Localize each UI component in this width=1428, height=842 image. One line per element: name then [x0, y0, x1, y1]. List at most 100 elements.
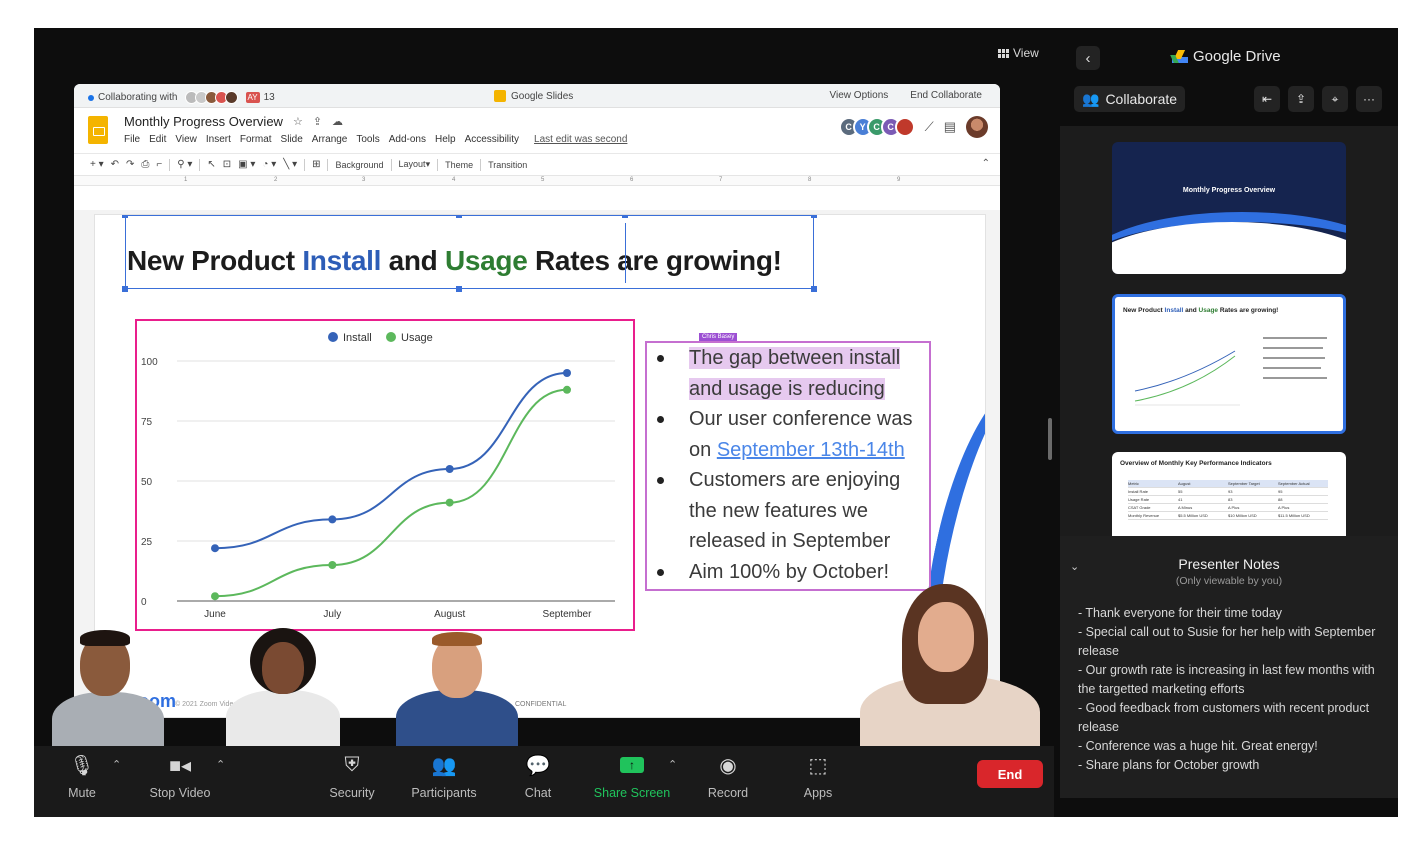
- security-button[interactable]: ⛨ Security: [312, 752, 392, 801]
- resize-handle[interactable]: [122, 286, 128, 292]
- last-edit-link[interactable]: Last edit was second: [534, 134, 627, 145]
- slide-thumbnail[interactable]: Monthly Progress Overview: [1112, 142, 1346, 274]
- pen-icon[interactable]: ⌖: [1322, 86, 1348, 112]
- slide-thumbnail-selected[interactable]: New Product Install and Usage Rates are …: [1112, 294, 1346, 434]
- participant-video[interactable]: [394, 630, 520, 746]
- menu-slide[interactable]: Slide: [281, 134, 303, 145]
- menu-insert[interactable]: Insert: [206, 134, 231, 145]
- slide-thumbnail[interactable]: Overview of Monthly Key Performance Indi…: [1112, 452, 1346, 536]
- table-cell: Usage Rate: [1128, 497, 1150, 502]
- resize-handle[interactable]: [122, 215, 128, 218]
- share-screen-button[interactable]: ↑ Share Screen: [592, 752, 672, 800]
- background-button[interactable]: Background: [335, 160, 383, 170]
- line-chart[interactable]: 0 25 50 75 100 June July August September Install…: [137, 321, 633, 629]
- participant-hair: [80, 630, 130, 646]
- comment-add-icon[interactable]: ⊞: [312, 159, 320, 170]
- y-tick-label: 100: [141, 357, 158, 368]
- upload-icon[interactable]: ⇪: [1288, 86, 1314, 112]
- resize-handle[interactable]: [811, 215, 817, 218]
- print-icon[interactable]: ⎙: [141, 159, 149, 170]
- editing-toolbar: + ▾ ↶ ↷ ⎙ ⌐ ⚲ ▾ ↖ ⊡ ▣ ▾ ◔ ▾ ╲ ▾ ⊞ Backgr…: [74, 154, 1000, 176]
- google-slides-logo-icon[interactable]: [88, 116, 108, 144]
- theme-button[interactable]: Theme: [445, 160, 473, 170]
- stop-video-label: Stop Video: [149, 786, 211, 800]
- horizontal-ruler[interactable]: 1 2 3 4 5 6 7 8 9: [74, 176, 1000, 186]
- collaborating-indicator: Collaborating with AY 13: [88, 91, 275, 104]
- slide-title[interactable]: New Product Install and Usage Rates are …: [127, 245, 782, 277]
- redo-icon[interactable]: ↷: [126, 159, 134, 170]
- participant-video[interactable]: [48, 628, 168, 746]
- panel-tools: ⇤ ⇪ ⌖ ···: [1254, 86, 1382, 112]
- menu-format[interactable]: Format: [240, 134, 272, 145]
- star-icon[interactable]: ☆: [293, 115, 303, 128]
- view-options-button[interactable]: View Options: [830, 90, 889, 101]
- doc-title[interactable]: Monthly Progress Overview: [124, 114, 283, 129]
- stop-video-button[interactable]: ■◂ Stop Video: [140, 752, 220, 801]
- table-cell: 41: [1178, 497, 1183, 502]
- collaborate-button[interactable]: 👥 Collaborate: [1074, 86, 1186, 112]
- menu-arrange[interactable]: Arrange: [312, 134, 348, 145]
- thumbnail-chart: [1134, 337, 1327, 406]
- end-collaborate-button[interactable]: End Collaborate: [910, 90, 982, 101]
- bullet-text: Aim 100% by October!: [689, 560, 890, 583]
- thumbnail-title: Monthly Progress Overview: [1182, 187, 1276, 194]
- transition-button[interactable]: Transition: [488, 160, 527, 170]
- line-icon[interactable]: ╲ ▾: [283, 159, 297, 170]
- participants-button[interactable]: 👥 Participants: [404, 752, 484, 801]
- shape-icon[interactable]: ◔ ▾: [262, 159, 276, 170]
- data-point-install: [211, 544, 219, 553]
- more-icon[interactable]: ···: [1356, 86, 1382, 112]
- chart-selection-box[interactable]: 0 25 50 75 100 June July August September Install…: [135, 319, 635, 631]
- table-cell: Metric: [1128, 481, 1139, 486]
- notes-subtitle: (Only viewable by you): [1175, 575, 1283, 587]
- menu-accessibility[interactable]: Accessibility: [465, 134, 519, 145]
- image-icon[interactable]: ▣ ▾: [238, 159, 255, 170]
- resize-handle[interactable]: [456, 215, 462, 218]
- bullet-link[interactable]: September 13th-14th: [717, 439, 905, 461]
- back-chevron-icon[interactable]: ‹: [1076, 46, 1100, 70]
- share-options-caret-icon[interactable]: ⌃: [668, 758, 677, 771]
- paint-format-icon[interactable]: ⌐: [156, 159, 162, 170]
- layout-button[interactable]: Layout▾: [399, 159, 431, 170]
- bullet-list[interactable]: The gap between install and usage is red…: [651, 343, 931, 587]
- resize-handle[interactable]: [456, 286, 462, 292]
- avatar: [224, 91, 238, 104]
- collapse-panel-icon[interactable]: ⇤: [1254, 86, 1280, 112]
- collaborator-avatars[interactable]: [184, 91, 238, 104]
- new-slide-icon[interactable]: + ▾: [90, 159, 104, 170]
- ruler-mark: 7: [719, 177, 723, 183]
- text-box-icon[interactable]: ⊡: [223, 159, 231, 170]
- presenter-video[interactable]: [854, 584, 1044, 746]
- record-button[interactable]: ◉ Record: [688, 752, 768, 801]
- menu-edit[interactable]: Edit: [149, 134, 166, 145]
- chat-label: Chat: [524, 786, 552, 800]
- select-icon[interactable]: ↖: [207, 159, 215, 170]
- move-folder-icon[interactable]: ⇪: [313, 115, 322, 128]
- mute-button[interactable]: 🎙 Mute: [42, 752, 122, 801]
- audio-options-caret-icon[interactable]: ⌃: [112, 758, 121, 771]
- comments-icon[interactable]: ▤: [944, 119, 956, 135]
- resize-handle[interactable]: [622, 215, 628, 218]
- apps-button[interactable]: ⬚ Apps: [778, 752, 858, 801]
- panel-resize-handle[interactable]: [1048, 418, 1052, 460]
- undo-icon[interactable]: ↶: [111, 159, 119, 170]
- resize-handle[interactable]: [811, 286, 817, 292]
- video-options-caret-icon[interactable]: ⌃: [216, 758, 225, 771]
- participant-video[interactable]: [222, 628, 344, 746]
- cloud-status-icon[interactable]: ☁: [332, 115, 343, 128]
- end-meeting-button[interactable]: End: [977, 760, 1043, 788]
- note-line: - Conference was a huge hit. Great energ…: [1078, 739, 1318, 753]
- collapse-toolbar-icon[interactable]: ⌃: [982, 158, 990, 169]
- menu-view[interactable]: View: [175, 134, 197, 145]
- menu-tools[interactable]: Tools: [356, 134, 379, 145]
- user-avatar[interactable]: [966, 116, 988, 138]
- menu-addons[interactable]: Add-ons: [389, 134, 426, 145]
- collaborator-cursor-tag: Chris Basey: [699, 333, 738, 341]
- zoom-icon[interactable]: ⚲ ▾: [177, 159, 192, 170]
- menu-file[interactable]: File: [124, 134, 140, 145]
- menu-help[interactable]: Help: [435, 134, 456, 145]
- activity-trend-icon[interactable]: ⟋: [925, 119, 934, 135]
- chat-button[interactable]: 💬 Chat: [498, 752, 578, 801]
- collaborator-avatar-stack[interactable]: C Y C C: [838, 117, 915, 137]
- view-button[interactable]: View: [998, 46, 1039, 60]
